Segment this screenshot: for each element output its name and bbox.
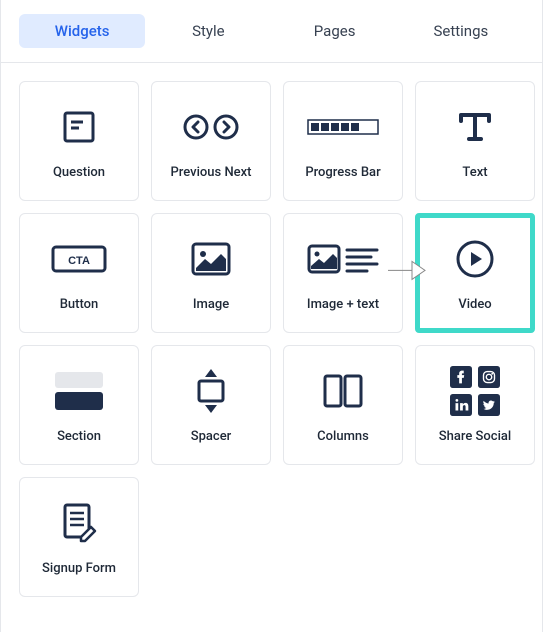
widget-label: Section	[57, 429, 101, 444]
widget-previous-next[interactable]: Previous Next	[151, 81, 271, 201]
section-icon	[55, 367, 103, 415]
widget-image-text[interactable]: Image + text	[283, 213, 403, 333]
tabs-bar: Widgets Style Pages Settings	[1, 0, 542, 63]
widget-image[interactable]: Image	[151, 213, 271, 333]
pointer-arrow-icon	[386, 257, 426, 283]
tab-style[interactable]: Style	[145, 14, 271, 48]
button-icon: CTA	[51, 235, 107, 283]
prev-next-icon	[181, 103, 241, 151]
widget-question[interactable]: Question	[19, 81, 139, 201]
widget-label: Columns	[317, 429, 369, 444]
widget-spacer[interactable]: Spacer	[151, 345, 271, 465]
widget-signup-form[interactable]: Signup Form	[19, 477, 139, 597]
progress-bar-icon	[307, 103, 379, 151]
widget-label: Previous Next	[171, 165, 252, 180]
tab-pages[interactable]: Pages	[272, 14, 398, 48]
signup-form-icon	[57, 499, 101, 547]
widget-label: Spacer	[191, 429, 232, 444]
widget-share-social[interactable]: Share Social	[415, 345, 535, 465]
widget-label: Progress Bar	[305, 165, 380, 180]
image-icon	[191, 235, 231, 283]
widget-video[interactable]: Video	[415, 213, 535, 333]
widget-label: Signup Form	[42, 561, 116, 576]
widget-text[interactable]: Text	[415, 81, 535, 201]
widget-label: Text	[462, 165, 487, 180]
svg-text:CTA: CTA	[68, 255, 90, 267]
image-text-icon	[307, 235, 379, 283]
widget-label: Button	[60, 297, 99, 312]
widget-label: Image + text	[307, 297, 379, 312]
widgets-grid: Question Previous Next	[1, 63, 542, 615]
columns-icon	[321, 367, 365, 415]
widget-label: Share Social	[439, 429, 511, 444]
widget-section[interactable]: Section	[19, 345, 139, 465]
share-social-icon	[450, 367, 500, 415]
question-icon	[60, 103, 98, 151]
widget-progress-bar[interactable]: Progress Bar	[283, 81, 403, 201]
spacer-icon	[193, 367, 229, 415]
widget-columns[interactable]: Columns	[283, 345, 403, 465]
video-icon	[454, 235, 496, 283]
widget-label: Image	[193, 297, 229, 312]
tab-settings[interactable]: Settings	[398, 14, 524, 48]
widget-button[interactable]: CTA Button	[19, 213, 139, 333]
widget-label: Question	[53, 165, 105, 180]
tab-widgets[interactable]: Widgets	[19, 14, 145, 48]
widget-label: Video	[458, 297, 491, 312]
text-icon	[455, 103, 495, 151]
